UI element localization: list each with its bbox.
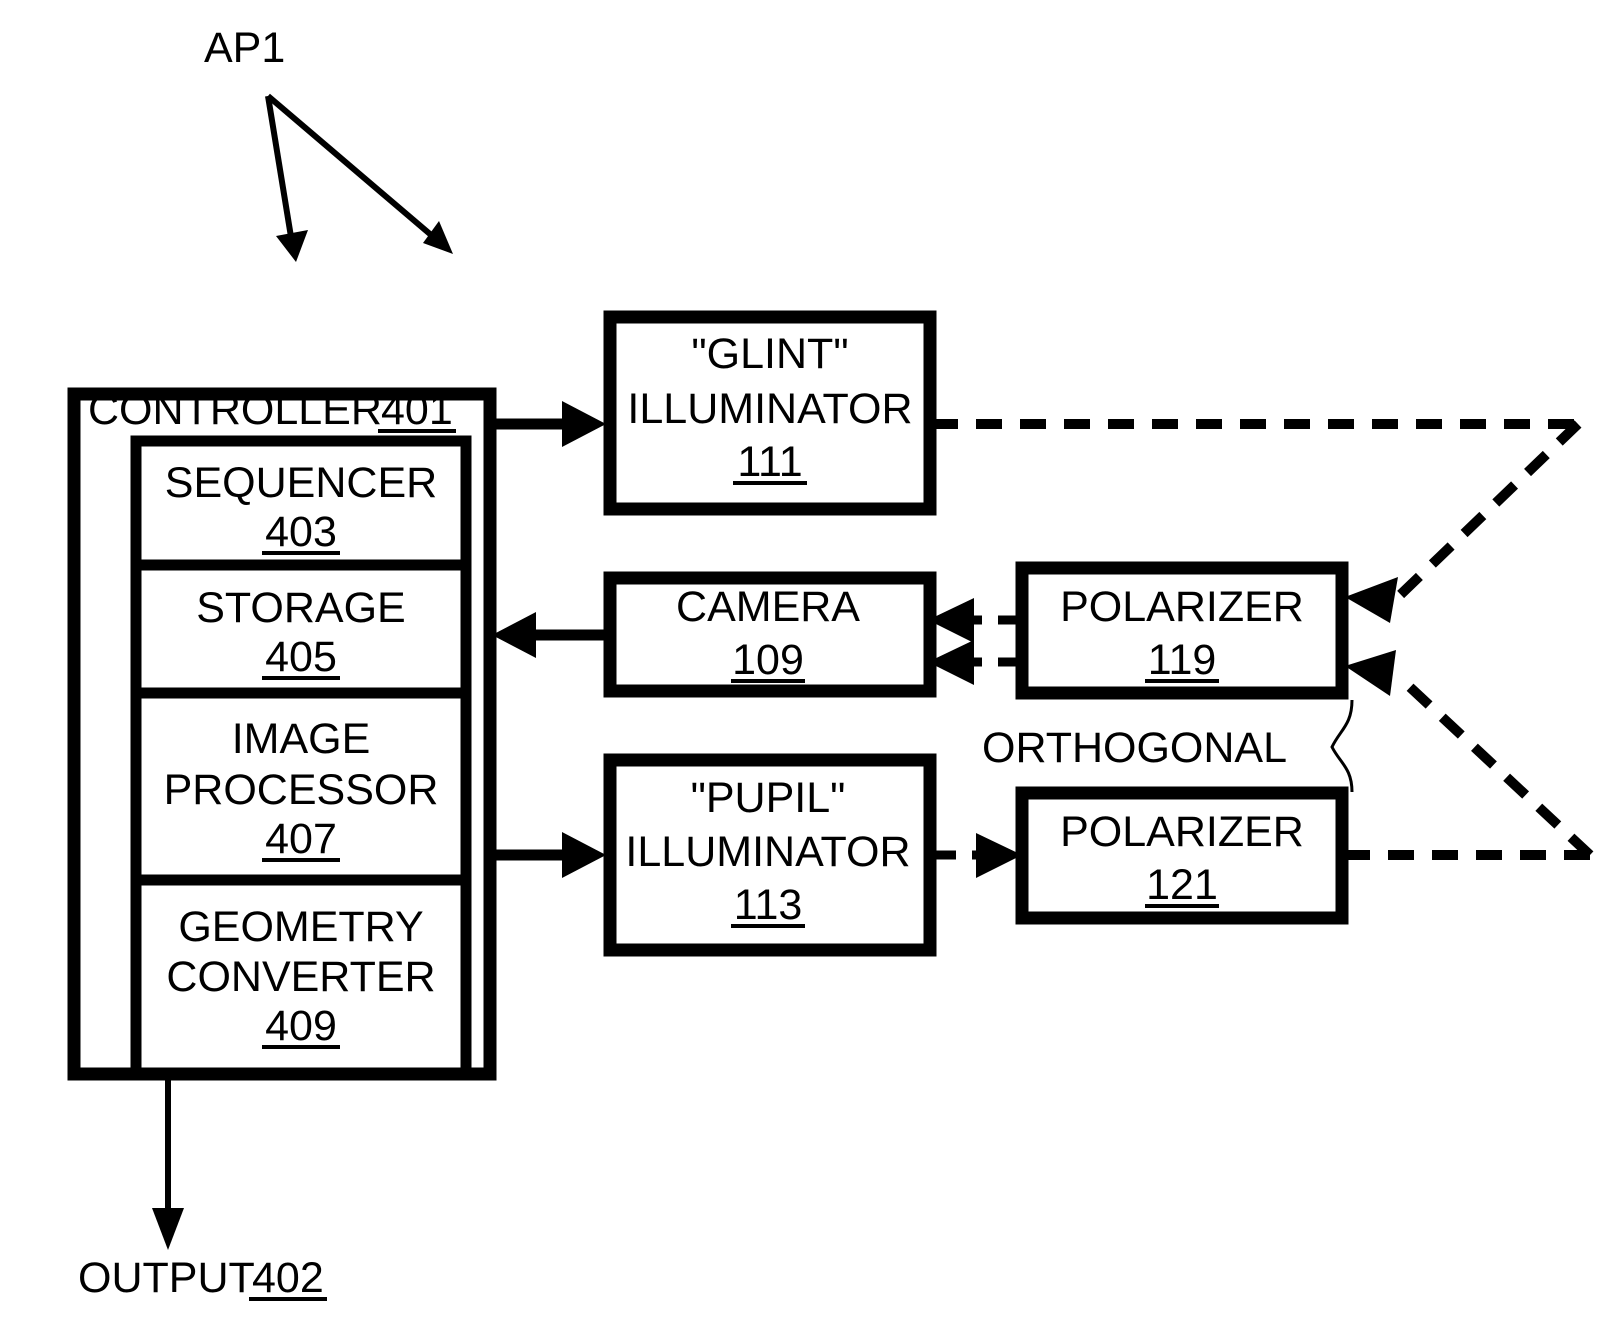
- figure-canvas: AP1 CONTROLLER 401 SEQUENCER 403 STORAGE…: [67, 24, 1594, 1302]
- ap1-arrow-left-head: [276, 230, 308, 262]
- output-label: OUTPUT: [78, 1254, 255, 1302]
- optical-path-pupil: [1344, 650, 1594, 860]
- module-sequencer-ref: 403: [265, 508, 337, 556]
- connector-camera-to-controller: [492, 612, 608, 658]
- pupil-illuminator-label-1: "PUPIL": [691, 774, 846, 822]
- polarizer-121-ref: 121: [1146, 861, 1218, 909]
- controller-title: CONTROLLER: [88, 386, 382, 434]
- connector-controller-to-glint: [490, 401, 606, 447]
- connector-controller-to-pupil: [490, 832, 606, 878]
- patent-figure: AP1 CONTROLLER 401 SEQUENCER 403 STORAGE…: [0, 0, 1622, 1341]
- module-geometry-converter-label-2: CONVERTER: [166, 953, 435, 1001]
- camera-ref: 109: [732, 636, 804, 684]
- output-arrow: [152, 1075, 184, 1250]
- module-image-processor-ref: 407: [265, 815, 337, 863]
- module-geometry-converter-ref: 409: [265, 1002, 337, 1050]
- polarizer-121-label: POLARIZER: [1060, 808, 1304, 856]
- polarizer-119-label: POLARIZER: [1060, 583, 1304, 631]
- camera-label: CAMERA: [676, 583, 860, 631]
- connector-polarizer119-to-camera-lower: [928, 640, 1020, 685]
- glint-illuminator-label-1: "GLINT": [691, 330, 848, 378]
- module-image-processor-label-2: PROCESSOR: [164, 766, 439, 814]
- module-image-processor-label-1: IMAGE: [232, 715, 371, 763]
- ap1-arrow-right-head: [423, 221, 453, 254]
- glint-illuminator-ref: 111: [737, 438, 802, 486]
- glint-illuminator-label-2: ILLUMINATOR: [627, 385, 912, 433]
- pupil-illuminator-label-2: ILLUMINATOR: [625, 828, 910, 876]
- output-arrow-head: [152, 1208, 184, 1250]
- ap1-callout-arrows: [265, 93, 453, 262]
- polarizer-119-ref: 119: [1148, 636, 1217, 684]
- connector-polarizer119-to-camera-upper: [928, 598, 1020, 643]
- optical-path-glint-arrowhead: [1345, 577, 1398, 623]
- connector-camera-to-controller-head: [492, 612, 536, 658]
- connector-controller-to-pupil-head: [562, 832, 606, 878]
- optical-path-pupil-arrowhead: [1345, 650, 1396, 696]
- orthogonal-label: ORTHOGONAL: [982, 724, 1287, 772]
- connector-pupil-to-polarizer121-head: [976, 833, 1022, 878]
- ap1-label: AP1: [204, 24, 285, 72]
- ap1-arrow-left-line: [265, 95, 295, 244]
- controller-ref: 401: [381, 386, 453, 434]
- connector-pupil-to-polarizer121: [934, 833, 1022, 878]
- ap1-arrow-right-line: [266, 93, 439, 243]
- pupil-illuminator-ref: 113: [734, 881, 803, 929]
- orthogonal-brace: [1330, 699, 1354, 793]
- module-storage-ref: 405: [265, 633, 337, 681]
- module-sequencer-label: SEQUENCER: [165, 459, 437, 507]
- module-geometry-converter-label-1: GEOMETRY: [178, 903, 423, 951]
- optical-path-glint-diagonal: [1394, 420, 1582, 601]
- optical-path-pupil-diagonal: [1394, 672, 1594, 859]
- module-storage-label: STORAGE: [196, 584, 405, 632]
- connector-controller-to-glint-head: [562, 401, 606, 447]
- output-ref: 402: [252, 1254, 324, 1302]
